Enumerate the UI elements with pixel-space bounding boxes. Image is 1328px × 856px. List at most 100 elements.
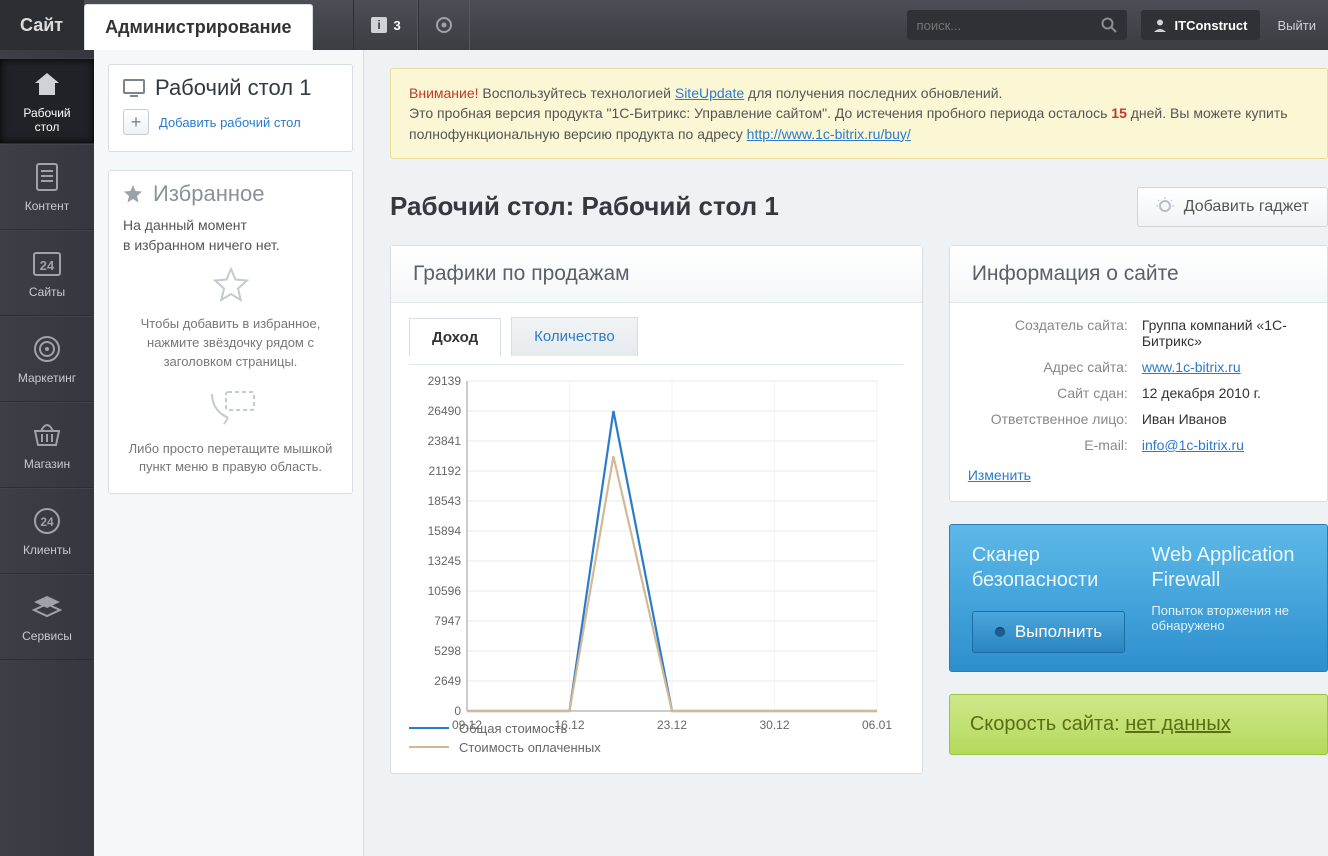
nav-label: Магазин	[24, 458, 70, 472]
tab-admin[interactable]: Администрирование	[84, 4, 312, 50]
desktop-title: Рабочий стол 1	[123, 75, 338, 101]
fav-empty-2: в избранном ничего нет.	[123, 237, 338, 253]
fav-hint-1: Чтобы добавить в избранное, нажмите звёз…	[123, 315, 338, 372]
scanner-title: Сканер безопасности	[972, 543, 1126, 593]
svg-text:29139: 29139	[428, 374, 462, 388]
buy-link[interactable]: http://www.1c-bitrix.ru/buy/	[747, 126, 911, 142]
speed-link[interactable]: нет данных	[1125, 713, 1230, 735]
search-box[interactable]	[907, 10, 1127, 40]
svg-text:15894: 15894	[428, 524, 462, 538]
add-desktop-button[interactable]: +	[123, 109, 149, 135]
settings-button[interactable]	[418, 0, 470, 50]
nav-label: Сайты	[29, 286, 65, 300]
target-icon	[30, 332, 64, 366]
legend-swatch-2	[409, 746, 449, 748]
fav-title-text: Избранное	[153, 181, 265, 207]
nav-clients[interactable]: 24 Клиенты	[0, 488, 94, 574]
svg-text:09.12: 09.12	[452, 718, 482, 732]
notif-count: 3	[394, 18, 401, 33]
doc-icon	[30, 160, 64, 194]
waf-title: Web Application Firewall	[1151, 543, 1305, 593]
add-gadget-label: Добавить гаджет	[1184, 198, 1309, 216]
scanner-run-button[interactable]: Выполнить	[972, 611, 1125, 653]
desktop-panel: Рабочий стол 1 + Добавить рабочий стол	[108, 64, 353, 152]
svg-text:7947: 7947	[434, 614, 461, 628]
nav-desktop[interactable]: Рабочий стол	[0, 58, 94, 144]
search-icon	[1101, 17, 1117, 33]
t: Воспользуйтесь технологией	[479, 85, 675, 101]
info-label: Создатель сайта:	[968, 317, 1128, 349]
user-button[interactable]: ITConstruct	[1141, 10, 1260, 40]
favorites-panel: Избранное На данный момент в избранном н…	[108, 170, 353, 494]
tab-site[interactable]: Сайт	[0, 0, 84, 50]
svg-text:16.12: 16.12	[554, 718, 584, 732]
star-outline-icon	[213, 267, 249, 303]
info-value: Иван Иванов	[1142, 411, 1309, 427]
sales-card-title: Графики по продажам	[413, 262, 900, 286]
drag-icon	[206, 390, 256, 430]
clients-icon: 24	[30, 504, 64, 538]
info-label: Ответственное лицо:	[968, 411, 1128, 427]
tab-quantity[interactable]: Количество	[511, 317, 638, 356]
tab-admin-label: Администрирование	[105, 17, 291, 38]
add-gadget-button[interactable]: Добавить гаджет	[1137, 187, 1328, 227]
star-icon	[123, 184, 143, 204]
svg-text:23841: 23841	[428, 434, 462, 448]
calendar-icon: 24	[30, 246, 64, 280]
info-link[interactable]: info@1c-bitrix.ru	[1142, 437, 1244, 453]
svg-text:06.01: 06.01	[862, 718, 892, 732]
user-label: ITConstruct	[1175, 18, 1248, 33]
t: Это пробная версия продукта "1C-Битрикс:…	[409, 105, 1111, 121]
notifications-button[interactable]: i 3	[353, 0, 418, 50]
svg-text:24: 24	[40, 515, 54, 529]
legend-2: Стоимость оплаченных	[459, 740, 601, 755]
svg-text:2649: 2649	[434, 674, 461, 688]
sales-chart: 0264952987947105961324515894185432119223…	[413, 373, 893, 713]
info-link[interactable]: www.1c-bitrix.ru	[1142, 359, 1241, 375]
sidebar: Рабочий стол 1 + Добавить рабочий стол И…	[94, 50, 364, 856]
desktop-title-text: Рабочий стол 1	[155, 75, 311, 101]
nav-label: Сервисы	[22, 630, 72, 644]
siteinfo-edit-link[interactable]: Изменить	[968, 467, 1031, 483]
info-label: E-mail:	[968, 437, 1128, 453]
logout-link[interactable]: Выйти	[1266, 0, 1328, 50]
siteinfo-title: Информация о сайте	[972, 262, 1305, 286]
t: для получения последних обновлений.	[744, 85, 1002, 101]
logout-label: Выйти	[1278, 18, 1317, 33]
info-label: Сайт сдан:	[968, 385, 1128, 401]
trial-notice: Внимание! Воспользуйтесь технологией Sit…	[390, 68, 1328, 159]
nav-services[interactable]: Сервисы	[0, 574, 94, 660]
add-desktop-link[interactable]: Добавить рабочий стол	[159, 115, 301, 130]
nav-label: Маркетинг	[18, 372, 76, 386]
info-value: www.1c-bitrix.ru	[1142, 359, 1309, 375]
page-title: Рабочий стол: Рабочий стол 1	[390, 191, 1137, 222]
topbar: Сайт Администрирование i 3 ITConstruct В…	[0, 0, 1328, 50]
nav-shop[interactable]: Магазин	[0, 402, 94, 488]
trial-days: 15	[1111, 105, 1127, 121]
icon-nav: Рабочий стол Контент 24 Сайты Маркетинг …	[0, 50, 94, 856]
nav-label: Контент	[25, 200, 69, 214]
bulb-icon	[1156, 198, 1174, 216]
security-scanner-card: Сканер безопасности Выполнить Web Applic…	[949, 524, 1328, 672]
siteinfo-card: Информация о сайте Создатель сайта:Групп…	[949, 245, 1328, 502]
fav-hint-2: Либо просто перетащите мышкой пункт меню…	[123, 440, 338, 478]
siteupdate-link[interactable]: SiteUpdate	[675, 85, 744, 101]
basket-icon	[30, 418, 64, 452]
waf-subtitle: Попыток вторжения не обнаружено	[1151, 603, 1305, 633]
svg-text:i: i	[377, 18, 380, 32]
favorites-title: Избранное	[123, 181, 338, 207]
svg-text:26490: 26490	[428, 404, 462, 418]
svg-text:30.12: 30.12	[759, 718, 789, 732]
sales-card: Графики по продажам Доход Количество 026…	[390, 245, 923, 774]
main-area: Внимание! Воспользуйтесь технологией Sit…	[364, 50, 1328, 856]
nav-content[interactable]: Контент	[0, 144, 94, 230]
svg-text:13245: 13245	[428, 554, 462, 568]
nav-marketing[interactable]: Маркетинг	[0, 316, 94, 402]
monitor-icon	[123, 79, 145, 97]
svg-text:5298: 5298	[434, 644, 461, 658]
tab-income[interactable]: Доход	[409, 318, 501, 357]
info-value: info@1c-bitrix.ru	[1142, 437, 1309, 453]
scanner-run-label: Выполнить	[1015, 622, 1102, 642]
search-input[interactable]	[917, 18, 1101, 33]
nav-sites[interactable]: 24 Сайты	[0, 230, 94, 316]
